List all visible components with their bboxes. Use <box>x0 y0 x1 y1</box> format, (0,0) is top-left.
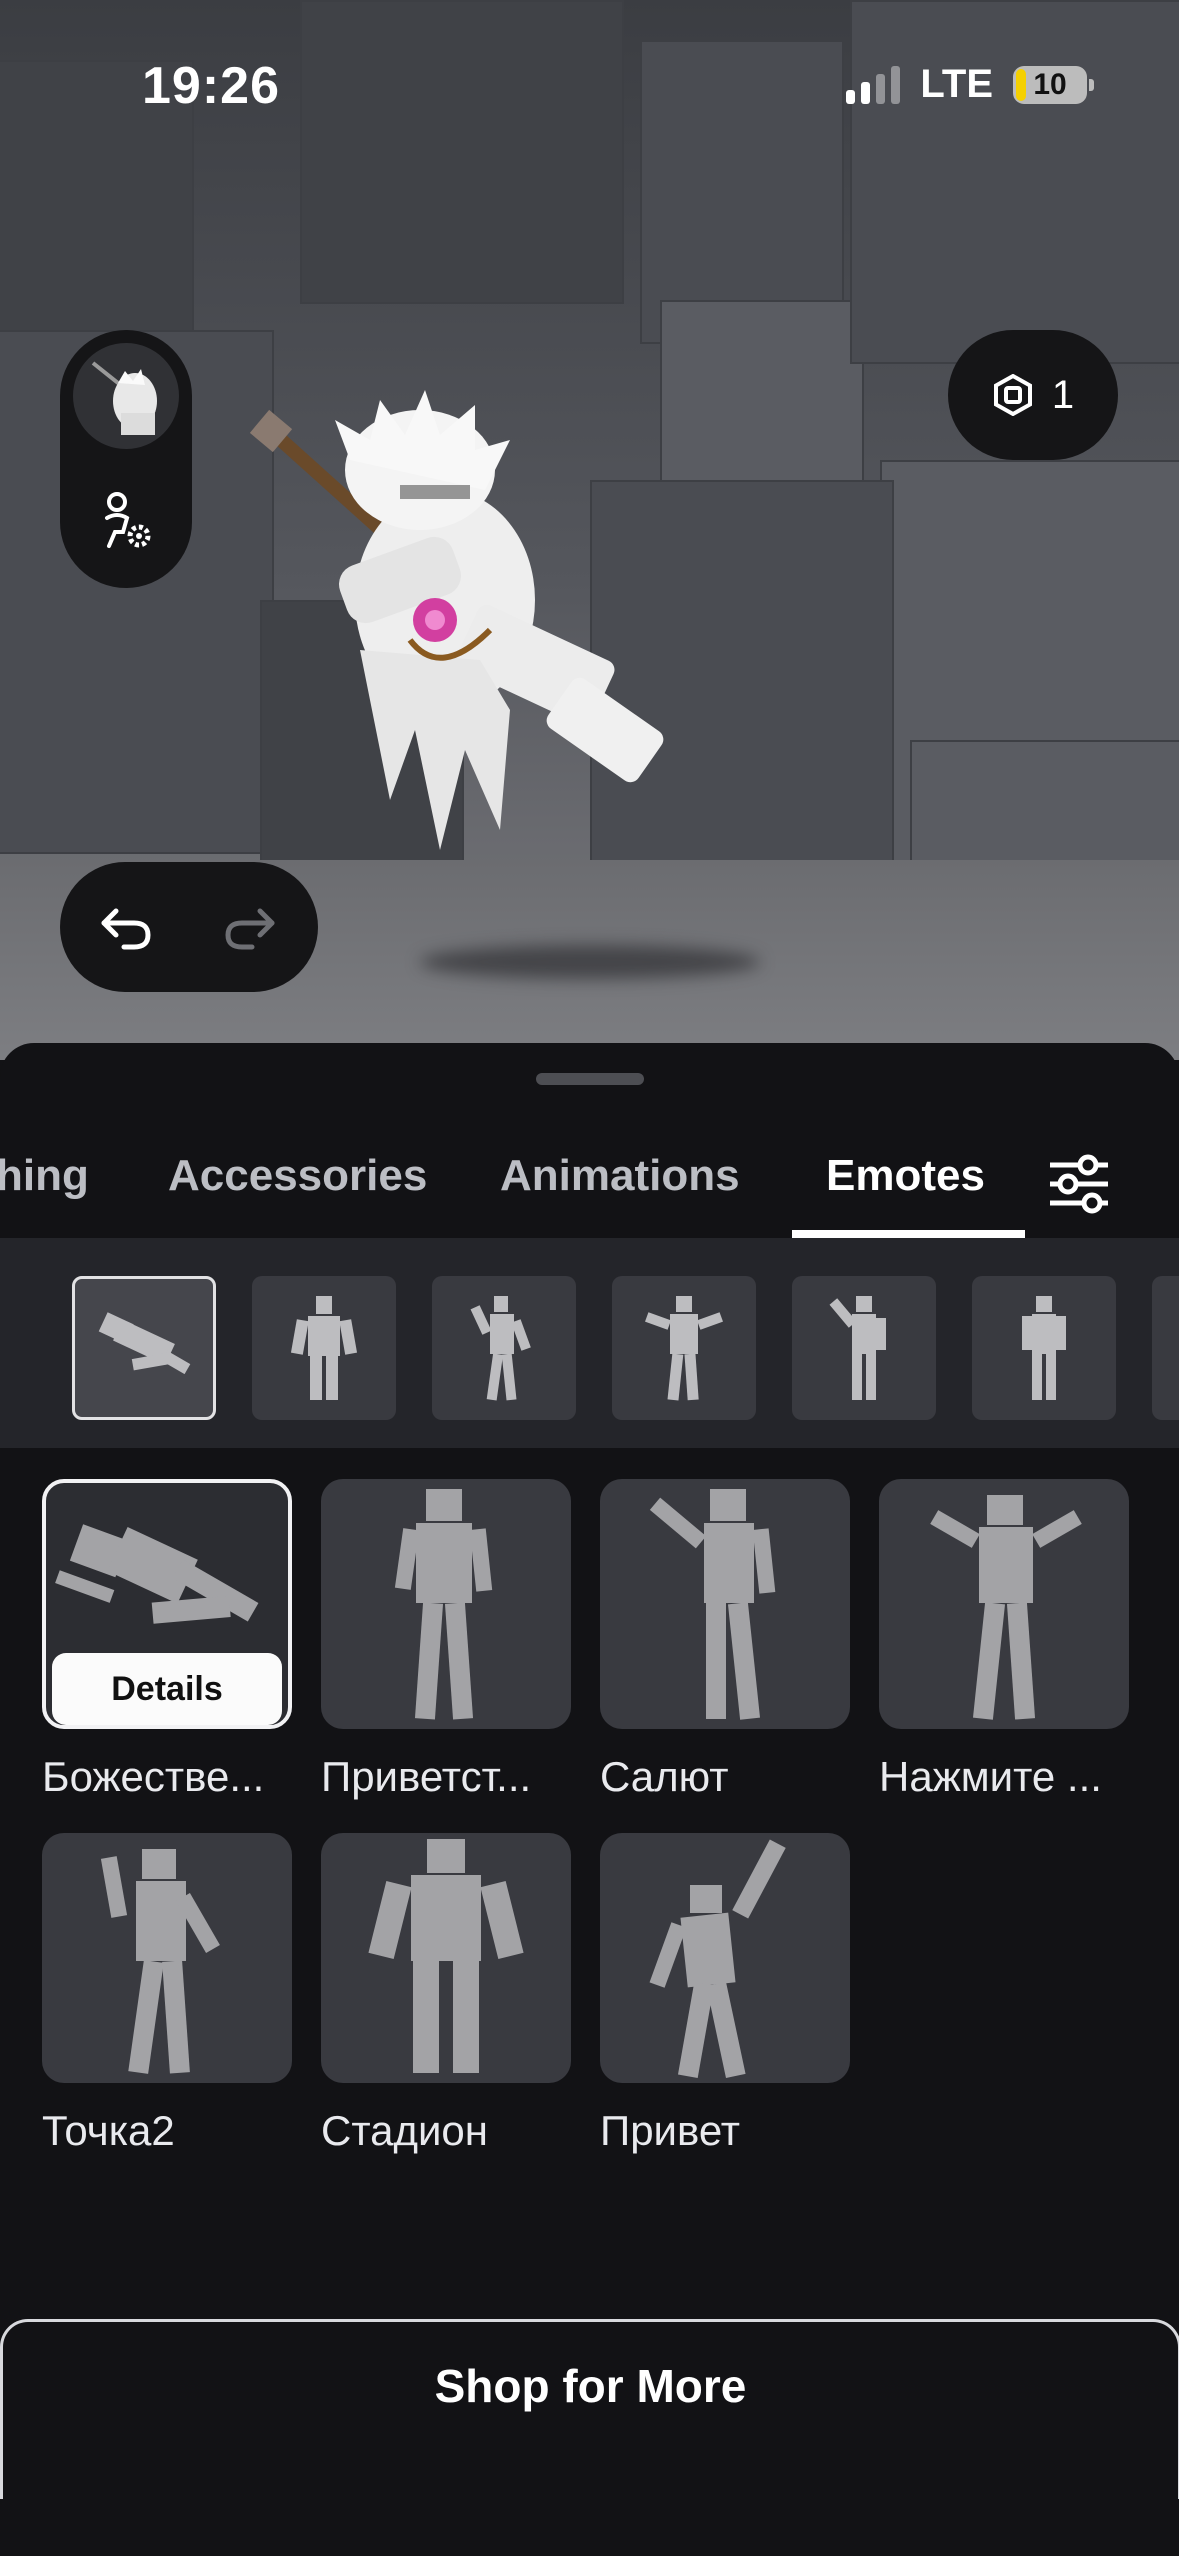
emote-name: Нажмите ... <box>879 1753 1102 1800</box>
scene-block <box>850 0 1179 364</box>
shop-for-more-button[interactable]: Shop for More <box>0 2319 1179 2499</box>
equipped-slot-1[interactable] <box>72 1276 216 1420</box>
emote-pose-lying-icon <box>98 1312 191 1375</box>
undo-redo-pill <box>60 862 318 992</box>
emote-pose-shrug-icon <box>645 1296 723 1401</box>
equipped-slot-5[interactable] <box>792 1276 936 1420</box>
avatar-preview-scene[interactable]: 19:26 LTE 10 1 <box>0 0 1179 1060</box>
emote-pose-stadium-icon <box>368 1839 524 2073</box>
status-time: 19:26 <box>142 57 280 115</box>
emote-card[interactable]: Привет <box>600 1833 850 2154</box>
emote-thumbnail[interactable] <box>321 1833 571 2083</box>
sheet-drag-handle[interactable] <box>536 1073 644 1085</box>
equipped-emotes-bar <box>0 1238 1179 1448</box>
equipped-slot-7[interactable] <box>1152 1276 1179 1420</box>
battery-level: 10 <box>1033 67 1067 101</box>
emote-card[interactable]: Стадион <box>321 1833 571 2154</box>
emote-card[interactable]: Салют <box>600 1479 850 1800</box>
emote-pose-shrug-icon <box>930 1495 1082 1720</box>
emote-card[interactable]: Details Божестве... <box>42 1479 292 1800</box>
category-tabs: hing Accessories Animations Emotes <box>0 1103 1179 1238</box>
cellular-signal-icon <box>846 65 901 104</box>
tab-animations[interactable]: Animations <box>500 1151 740 1201</box>
emote-thumbnail[interactable] <box>42 1833 292 2083</box>
avatar-shadow <box>420 945 760 979</box>
network-type: LTE <box>920 62 993 106</box>
status-indicators: LTE 10 <box>846 62 1094 107</box>
emote-name: Приветст... <box>321 1753 532 1800</box>
equipped-slot-4[interactable] <box>612 1276 756 1420</box>
emote-card[interactable]: Нажмите ... <box>879 1479 1129 1800</box>
avatar-headshot-icon <box>91 361 157 435</box>
emote-name: Стадион <box>321 2107 488 2154</box>
emote-name: Божестве... <box>42 1753 265 1800</box>
emote-card[interactable]: Точка2 <box>42 1833 292 2154</box>
tab-accessories[interactable]: Accessories <box>168 1151 427 1201</box>
avatar-headshot-button[interactable] <box>73 343 179 449</box>
equipped-slot-2[interactable] <box>252 1276 396 1420</box>
avatar-character[interactable] <box>250 380 750 900</box>
avatar-settings-icon[interactable] <box>93 488 159 554</box>
emote-pose-salute-icon <box>829 1296 886 1400</box>
emote-card[interactable]: Приветст... <box>321 1479 571 1800</box>
robux-balance: 1 <box>1051 372 1075 417</box>
emote-pose-point-icon <box>394 1489 493 1720</box>
emote-pose-wave-icon <box>649 1839 786 2079</box>
active-tab-indicator <box>792 1230 1025 1238</box>
avatar-editor-sheet: hing Accessories Animations Emotes Detai… <box>0 1043 1179 2556</box>
emote-pose-point-icon <box>470 1296 531 1401</box>
emote-name: Точка2 <box>42 2107 175 2154</box>
emote-thumbnail[interactable] <box>321 1479 571 1729</box>
emote-thumbnail[interactable] <box>879 1479 1129 1729</box>
undo-icon[interactable] <box>94 895 158 959</box>
scene-block <box>300 0 624 304</box>
battery-icon: 10 <box>1013 65 1094 104</box>
avatar-controls-pill <box>60 330 192 588</box>
tab-emotes[interactable]: Emotes <box>826 1151 985 1201</box>
scene-block <box>640 40 844 344</box>
tab-clothing[interactable]: hing <box>0 1151 89 1201</box>
emote-pose-stand-icon <box>1022 1296 1066 1400</box>
filter-sliders-icon[interactable] <box>1046 1151 1112 1217</box>
redo-icon[interactable] <box>218 895 282 959</box>
details-button[interactable]: Details <box>52 1653 282 1725</box>
emote-pose-stadium-icon <box>290 1296 358 1400</box>
emote-pose-point-up-icon <box>100 1849 220 2074</box>
emote-name: Привет <box>600 2107 741 2154</box>
emote-thumbnail[interactable] <box>600 1833 850 2083</box>
emote-name: Салют <box>600 1753 729 1800</box>
robux-icon <box>993 374 1032 416</box>
robux-balance-button[interactable]: 1 <box>948 330 1118 460</box>
equipped-slot-3[interactable] <box>432 1276 576 1420</box>
equipped-slot-6[interactable] <box>972 1276 1116 1420</box>
emote-thumbnail[interactable] <box>600 1479 850 1729</box>
emote-pose-salute-icon <box>649 1489 776 1720</box>
emote-thumbnail[interactable]: Details <box>42 1479 292 1729</box>
